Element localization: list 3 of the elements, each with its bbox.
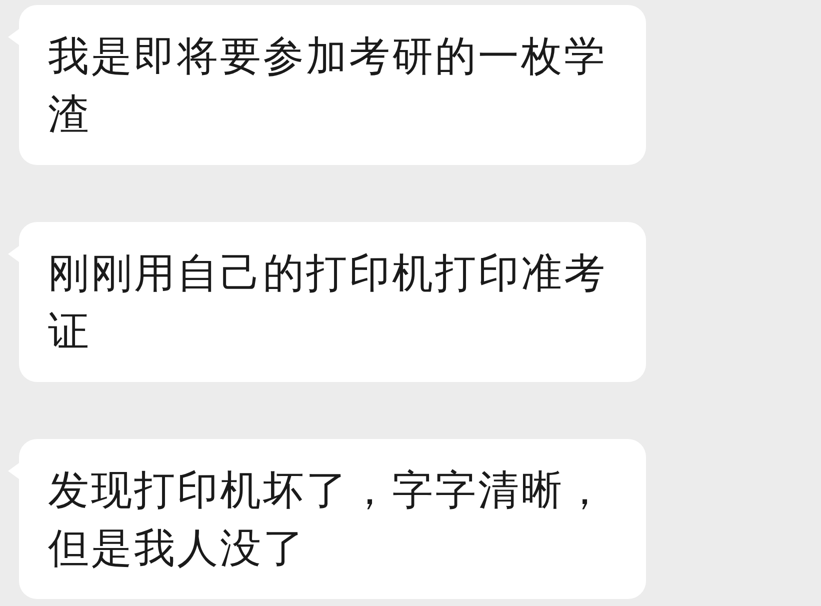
message-text: 我是即将要参加考研的一枚学渣 bbox=[48, 31, 608, 140]
message-text: 刚刚用自己的打印机打印准考证 bbox=[48, 248, 608, 357]
message-text: 发现打印机坏了，字字清晰，但是我人没了 bbox=[48, 465, 608, 574]
